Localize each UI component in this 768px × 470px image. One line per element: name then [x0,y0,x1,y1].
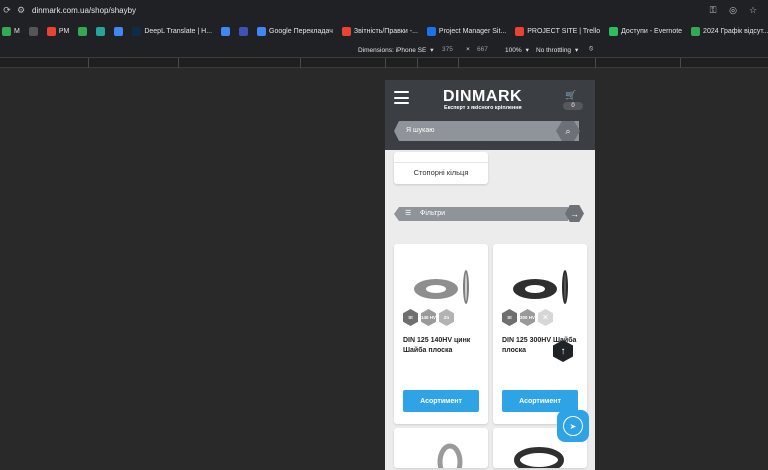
washer-image [437,443,463,470]
width-input[interactable]: 375 [442,46,453,53]
bookmark-label: PM [58,27,70,35]
badge-zn: Zn [439,309,454,326]
telegram-button[interactable]: ➤ [557,410,589,442]
search-input[interactable]: Я шукаю [394,121,579,141]
category-card[interactable]: Стопорні кільця [394,152,488,184]
product-card[interactable]: St 300 HV ✕ DIN 125 300HV Шайба плоска А… [493,244,587,424]
chevron-down-icon: ▾ [525,47,529,54]
badge-st: St [502,309,517,326]
bookmark-favicon-icon [426,26,436,36]
bookmark-favicon-icon [132,26,142,36]
bookmark-favicon-icon [96,26,106,36]
cart-icon[interactable]: 🛒 [565,90,576,101]
cart-count-badge: 0 [563,102,583,110]
material-badges: St 140 HV Zn [403,309,454,326]
throttling-select[interactable]: No throttling [536,47,571,54]
bookmark-favicon-icon [2,26,11,36]
site-tagline: Експерт з якісного кріплення [444,105,522,111]
bookmark-item[interactable]: Project Manager Sit... [426,26,507,36]
bookmark-item[interactable]: Звітність/Правки -... [341,26,418,36]
site-info-icon[interactable]: ⚙ [14,3,28,17]
bookmark-favicon-icon [46,26,56,36]
bookmark-favicon-icon [257,26,267,36]
address-bar: ⟳ ⚙ dinmark.com.ua/shop/shayby ⚿ ◎ ☆ [0,0,768,20]
eye-off-icon[interactable]: ◎ [726,3,740,17]
device-viewport-background [0,68,768,470]
badge-hv: 300 HV [520,309,535,326]
times-sign: × [466,46,470,53]
bookmark-favicon-icon [114,26,124,36]
bookmark-favicon-icon [515,26,525,36]
category-label: Стопорні кільця [413,168,469,177]
product-card[interactable]: St 140 HV Zn DIN 125 140HV цинк Шайба пл… [394,244,488,424]
material-badges: St 300 HV ✕ [502,309,553,326]
bookmark-label: M [14,27,20,35]
rotate-icon[interactable]: ⦸ [589,45,593,53]
url-text[interactable]: dinmark.com.ua/shop/shayby [32,6,136,15]
filters-button[interactable]: ☰ Фільтри [394,207,568,221]
card-divider [394,162,488,163]
site-logo[interactable]: DINMARK [443,88,522,106]
zoom-select[interactable]: 100% [505,47,522,54]
telegram-icon: ➤ [563,416,583,436]
bookmarks-bar: M PM DeepL Translate | H... Google Переклад… [0,20,768,42]
bookmark-favicon-icon [609,26,619,36]
password-key-icon[interactable]: ⚿ [706,3,720,17]
bookmark-item[interactable]: PM [46,26,70,36]
bookmark-item[interactable]: Доступи - Evernote [609,26,683,36]
bookmark-favicon-icon [691,26,701,36]
bookmark-item[interactable]: Google Перекладач [257,26,333,36]
assortment-button[interactable]: Асортимент [403,390,479,412]
bookmark-favicon-icon [28,26,38,36]
badge-st: St [403,309,418,326]
devtools-device-toolbar: Dimensions: iPhone SE ▾ 375 × 667 100% ▾… [0,42,768,58]
bookmark-star-icon[interactable]: ☆ [746,3,760,17]
dimensions-select[interactable]: Dimensions: iPhone SE [358,47,426,54]
bookmark-label: PROJECT SITE | Trello [527,27,601,35]
filters-label: Фільтри [420,210,446,217]
bookmark-item[interactable] [28,26,38,36]
mobile-page: DINMARK Експерт з якісного кріплення 🛒 0… [385,80,595,470]
device-ruler [0,58,768,68]
bookmark-item[interactable] [78,26,88,36]
bookmark-item[interactable] [221,26,231,36]
bookmark-item[interactable] [239,26,249,36]
badge-uncoated: ✕ [538,309,553,326]
bookmark-favicon-icon [78,26,88,36]
bookmark-favicon-icon [341,26,351,36]
bookmark-label: Project Manager Sit... [438,27,507,35]
washer-image [513,270,568,304]
bookmark-item[interactable]: DeepL Translate | H... [132,26,213,36]
site-header: DINMARK Експерт з якісного кріплення 🛒 0… [385,80,595,150]
hamburger-icon[interactable] [394,91,409,104]
reload-icon[interactable]: ⟳ [0,3,14,17]
bookmark-label: 2024 Графік відсут... [703,27,768,35]
bookmark-item[interactable] [96,26,106,36]
assortment-button[interactable]: Асортимент [502,390,578,412]
badge-hv: 140 HV [421,309,436,326]
bookmark-favicon-icon [239,26,249,36]
bookmark-item[interactable]: 2024 Графік відсут... [691,26,768,36]
bookmark-label: Google Перекладач [269,27,333,35]
height-input[interactable]: 667 [477,46,488,53]
bookmark-item[interactable]: M [2,26,20,36]
bookmark-favicon-icon [221,26,231,36]
product-card[interactable] [394,428,488,470]
product-name[interactable]: DIN 125 140HV цинк Шайба плоска [403,336,483,356]
washer-image [414,270,469,304]
bookmark-item[interactable] [114,26,124,36]
chevron-down-icon: ▾ [430,47,434,54]
bookmark-label: Доступи - Evernote [621,27,683,35]
search-placeholder: Я шукаю [406,127,435,134]
bookmark-item[interactable]: PROJECT SITE | Trello [515,26,601,36]
bookmark-label: Звітність/Правки -... [353,27,418,35]
sliders-icon: ☰ [405,210,412,217]
bookmark-label: DeepL Translate | H... [144,27,213,35]
chevron-down-icon: ▾ [575,47,579,54]
